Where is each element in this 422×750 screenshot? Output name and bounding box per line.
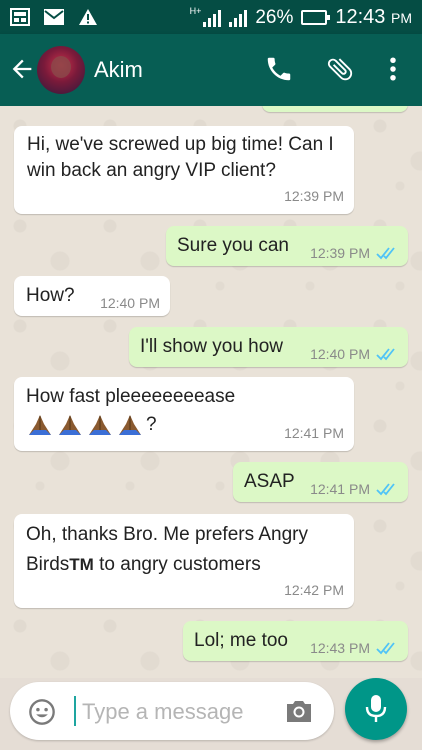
message-text: ASAP	[244, 471, 295, 492]
clock: 12:43 PM	[335, 6, 412, 28]
message-time: 12:41 PM	[284, 425, 344, 441]
message-field-container	[10, 682, 334, 740]
message-bubble-outgoing[interactable]: ASAP 12:41 PM	[233, 462, 408, 502]
contact-name[interactable]: Akim	[94, 57, 143, 83]
mail-notification-icon	[44, 9, 64, 25]
mic-icon	[365, 695, 387, 722]
message-text: Lol; me too	[194, 630, 288, 651]
read-ticks-icon	[376, 483, 395, 496]
message-text-suffix: ?	[146, 414, 157, 435]
message-text: I'll show you how	[140, 336, 284, 357]
message-meta: 12:41 PM	[310, 476, 398, 502]
message-text: Hi, we've screwed up big time! Can I win…	[27, 134, 334, 181]
message-bubble-outgoing[interactable]: I'll show you how 12:40 PM	[129, 327, 408, 367]
message-list[interactable]: Hi, we've screwed up big time! Can I win…	[0, 106, 422, 678]
chat-header: Akim	[0, 34, 422, 106]
emoji-icon[interactable]	[28, 698, 56, 726]
read-ticks-icon	[376, 247, 395, 260]
message-emoji-line: ?	[26, 412, 157, 438]
message-text: How?	[26, 285, 75, 306]
attachment-icon[interactable]	[325, 54, 355, 84]
gallery-notification-icon	[10, 8, 30, 26]
back-arrow-icon[interactable]	[8, 54, 36, 84]
trademark-mark: TM	[69, 555, 94, 574]
signal-icon-1	[203, 9, 222, 27]
camera-icon[interactable]	[284, 698, 314, 724]
more-vert-icon[interactable]	[378, 54, 408, 84]
message-time: 12:42 PM	[284, 582, 344, 598]
text-caret	[74, 696, 76, 726]
call-icon[interactable]	[264, 54, 294, 84]
folded-hands-emoji	[26, 414, 144, 436]
message-text: How fast pleeeeeeeease	[26, 386, 236, 407]
message-bubble-incoming[interactable]: How fast pleeeeeeeease ? 12:41 PM	[14, 377, 354, 451]
message-time: 12:39 PM	[284, 188, 344, 204]
message-text: Sure you can	[177, 235, 289, 256]
read-ticks-icon	[376, 348, 395, 361]
message-time: 12:40 PM	[100, 295, 160, 311]
message-meta: 12:40 PM	[310, 341, 398, 367]
message-bubble-incoming[interactable]: How? 12:40 PM	[14, 276, 170, 316]
message-bubble-clipped	[262, 106, 408, 112]
status-bar: H+ 26% 12:43 PM	[0, 0, 422, 34]
message-bubble-incoming[interactable]: Oh, thanks Bro. Me prefers Angry BirdsTM…	[14, 514, 354, 608]
message-time: 12:41 PM	[310, 481, 370, 497]
network-type: H+	[189, 6, 202, 16]
battery-icon	[301, 10, 331, 25]
message-meta: 12:43 PM	[310, 635, 398, 661]
message-bubble-incoming[interactable]: Hi, we've screwed up big time! Can I win…	[14, 126, 354, 214]
message-input[interactable]	[80, 694, 274, 730]
read-ticks-icon	[376, 642, 395, 655]
message-time: 12:40 PM	[310, 346, 370, 362]
warning-notification-icon	[79, 9, 97, 25]
message-time: 12:39 PM	[310, 245, 370, 261]
signal-icon-2	[229, 9, 248, 27]
battery-percent: 26%	[255, 6, 294, 28]
message-bubble-outgoing[interactable]: Lol; me too 12:43 PM	[183, 621, 408, 661]
message-time: 12:43 PM	[310, 640, 370, 656]
message-bubble-outgoing[interactable]: Sure you can 12:39 PM	[166, 226, 408, 266]
avatar[interactable]	[37, 46, 85, 94]
mic-button[interactable]	[345, 678, 407, 740]
message-meta: 12:39 PM	[310, 240, 398, 266]
message-text: Oh, thanks Bro. Me prefers Angry BirdsTM…	[26, 524, 308, 575]
